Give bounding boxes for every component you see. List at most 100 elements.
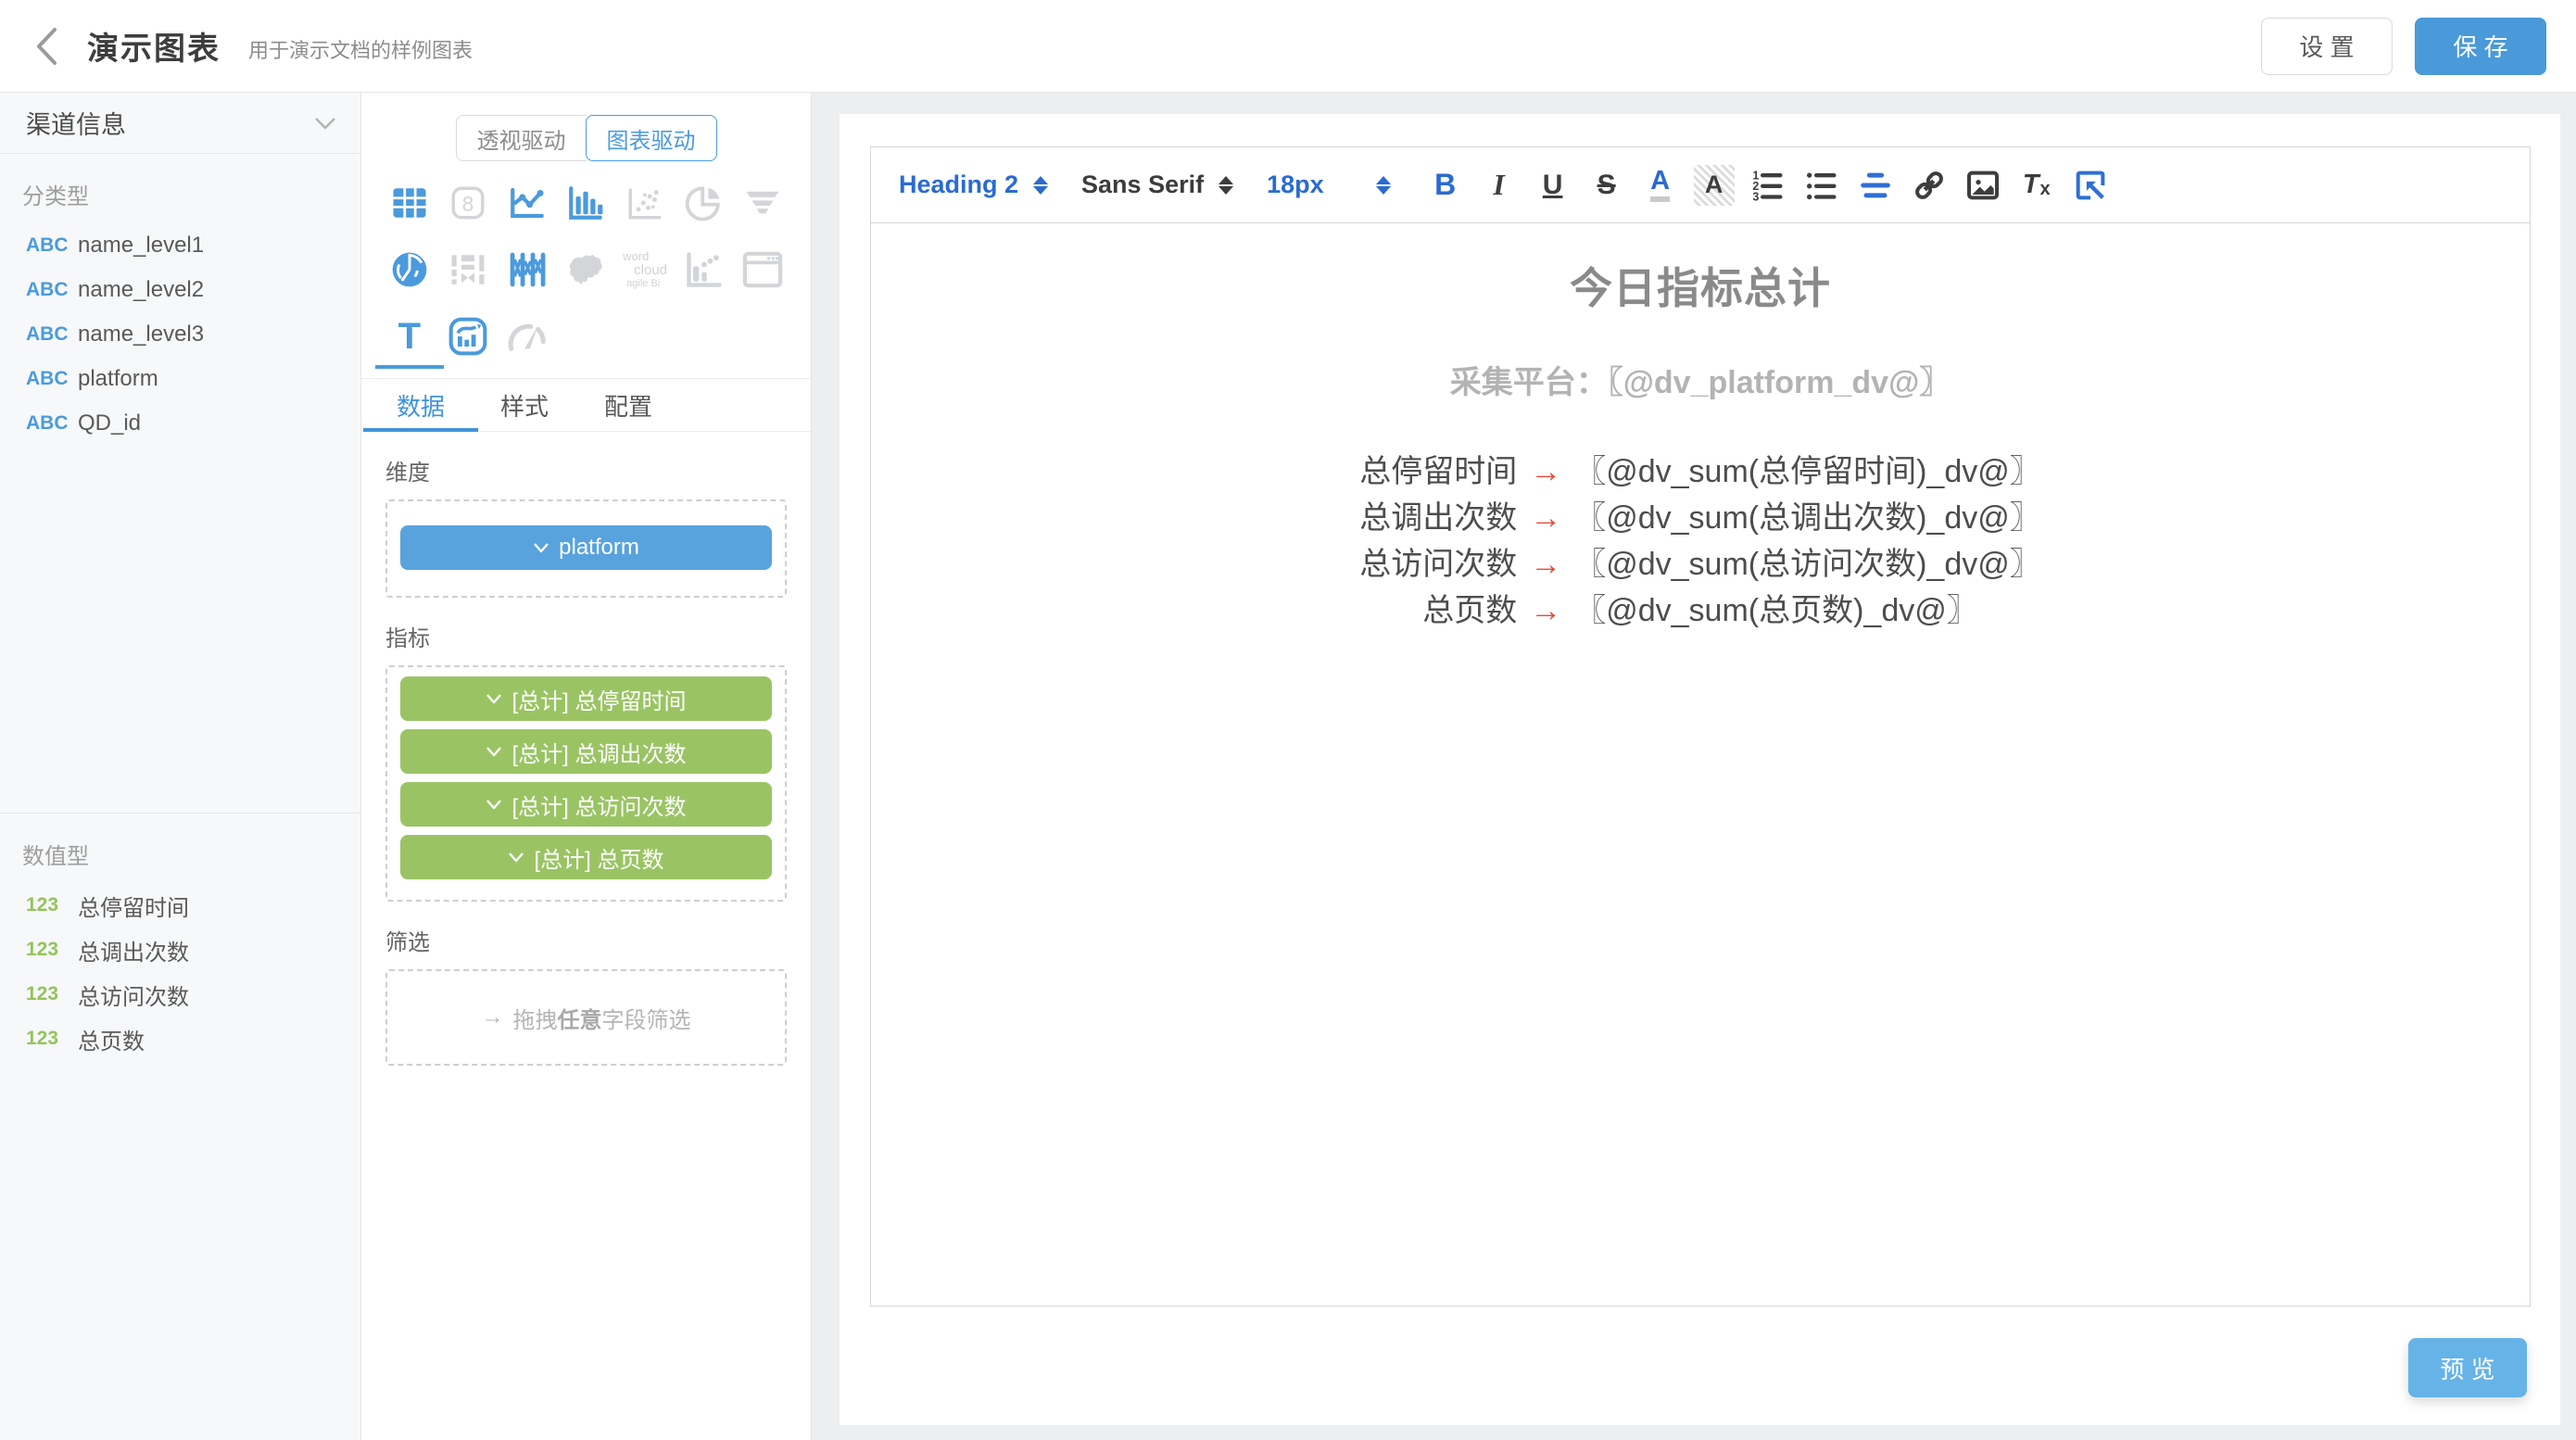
number-type-icon: 123 [26,1028,78,1050]
funnel-chart-icon[interactable] [741,182,784,224]
text-color-button[interactable]: A [1634,158,1687,212]
arrow-icon: → [1517,454,1574,489]
field-item-total-visit-count[interactable]: 123 总访问次数 [22,972,360,1017]
drag-arrow-icon: → [482,1004,504,1030]
image-icon [1964,167,2001,204]
tab-data[interactable]: 数据 [369,379,473,431]
dimensions-dropzone[interactable]: platform [385,499,787,598]
align-center-icon [1857,167,1894,204]
ordered-list-button[interactable]: 123 [1741,158,1795,212]
pill-label: platform [559,535,639,561]
gauge-chart-icon[interactable] [506,315,549,358]
svg-text:3: 3 [1752,190,1759,203]
china-map-icon[interactable] [564,248,607,291]
highlight-button[interactable]: A [1687,158,1741,212]
back-chevron-icon [34,26,58,67]
bullet-list-button[interactable] [1795,158,1849,212]
chevron-down-icon [486,693,502,704]
tab-config[interactable]: 配置 [576,379,680,431]
italic-button[interactable]: I [1472,158,1526,212]
pie-chart-icon[interactable] [683,182,726,224]
strikethrough-button[interactable]: S [1580,158,1634,212]
word-cloud-icon[interactable]: word cloud agile Bi [624,248,666,291]
font-size-picker[interactable]: 18px [1267,171,1391,199]
updown-arrows-icon [1219,176,1233,195]
bold-button[interactable]: B [1419,158,1472,212]
field-name: 总停留时间 [78,890,189,922]
metric-pill-total-stay-time[interactable]: [总计] 总停留时间 [400,676,772,721]
svg-text:8: 8 [462,192,474,216]
field-item-platform[interactable]: ABC platform [22,357,360,401]
abc-type-icon: ABC [26,234,78,257]
mode-toggle: 透视驱动 图表驱动 [456,115,717,161]
dimension-pill-platform[interactable]: platform [400,525,772,570]
header-actions: 设 置 保 存 [2261,18,2546,75]
field-name: name_level3 [78,322,204,347]
mode-pivot-driven[interactable]: 透视驱动 [456,115,587,161]
text-widget-icon[interactable]: T [388,315,431,358]
underline-button[interactable]: U [1526,158,1580,212]
line-chart-icon[interactable] [506,182,549,224]
heading-picker-value: Heading 2 [899,171,1018,199]
dataset-selector[interactable]: 渠道信息 [0,93,360,154]
strikethrough-icon: S [1597,170,1616,201]
data-tab-body: 维度 platform 指标 [总计] 总停留时间 [总计] 总调出 [361,454,811,1066]
metric-pill-total-pages[interactable]: [总计] 总页数 [400,835,772,879]
parallel-chart-icon[interactable] [506,248,549,291]
preview-button[interactable]: 预 览 [2408,1338,2527,1397]
arrow-icon: → [1517,593,1574,628]
arrow-icon: → [1517,547,1574,582]
pill-label: [总计] 总页数 [534,841,663,874]
sankey-chart-icon[interactable] [447,248,489,291]
settings-button[interactable]: 设 置 [2261,18,2393,75]
dimensions-label: 维度 [385,454,787,486]
italic-icon: I [1493,168,1504,202]
field-item-name_level2[interactable]: ABC name_level2 [22,268,360,312]
align-button[interactable] [1849,158,1902,212]
rich-text-editor: Heading 2 Sans Serif 18px B I [870,146,2531,1307]
radar-chart-icon[interactable] [388,248,431,291]
tab-style[interactable]: 样式 [473,379,576,431]
combo-chart-icon[interactable] [683,248,726,291]
metric-pill-total-visit-count[interactable]: [总计] 总访问次数 [400,782,772,827]
bar-chart-icon[interactable] [564,182,607,224]
field-item-qd_id[interactable]: ABC QD_id [22,401,360,446]
save-button[interactable]: 保 存 [2415,18,2546,75]
field-name: name_level1 [78,233,204,259]
editor-content[interactable]: 今日指标总计 采集平台：〖@dv_platform_dv@〗 总停留时间→〖@d… [871,223,2530,1306]
top-header: 演示图表 用于演示文档的样例图表 设 置 保 存 [0,0,2576,93]
pill-label: [总计] 总访问次数 [511,789,686,821]
field-name: 总访问次数 [78,979,189,1011]
font-picker[interactable]: Sans Serif [1081,171,1233,199]
number-card-icon[interactable]: 8 [447,182,489,224]
metric-pill-total-callout-count[interactable]: [总计] 总调出次数 [400,729,772,774]
clear-format-icon: Tx [2023,170,2051,200]
field-item-name_level3[interactable]: ABC name_level3 [22,312,360,357]
chevron-down-icon [508,852,524,863]
field-item-name_level1[interactable]: ABC name_level1 [22,223,360,268]
field-item-total-callout-count[interactable]: 123 总调出次数 [22,928,360,972]
filter-hint: 拖拽任意字段筛选 [513,1002,691,1034]
abc-type-icon: ABC [26,323,78,346]
metrics-dropzone[interactable]: [总计] 总停留时间 [总计] 总调出次数 [总计] 总访问次数 [总计] 总页… [385,665,787,902]
image-button[interactable] [1956,158,2010,212]
link-button[interactable] [1902,158,1956,212]
media-card-icon[interactable] [447,315,489,358]
select-element-button[interactable] [2064,158,2117,212]
mode-chart-driven[interactable]: 图表驱动 [586,115,717,161]
back-button[interactable] [19,19,74,74]
fields-sidebar: 渠道信息 分类型 ABC name_level1 ABC name_level2… [0,93,361,1440]
field-item-total-pages[interactable]: 123 总页数 [22,1017,360,1061]
editor-toolbar: Heading 2 Sans Serif 18px B I [871,147,2530,223]
link-icon [1911,167,1948,204]
heading-picker[interactable]: Heading 2 [899,171,1048,199]
iframe-widget-icon[interactable] [741,248,784,291]
numeric-fields-section: 数值型 123 总停留时间 123 总调出次数 123 总访问次数 123 总页… [0,814,360,1061]
field-item-total-stay-time[interactable]: 123 总停留时间 [22,883,360,928]
table-chart-icon[interactable] [388,182,431,224]
clear-format-button[interactable]: Tx [2010,158,2064,212]
page-title: 演示图表 [87,23,221,69]
filter-dropzone[interactable]: → 拖拽任意字段筛选 [385,969,787,1066]
updown-arrows-icon [1376,176,1391,195]
scatter-chart-icon[interactable] [624,182,666,224]
